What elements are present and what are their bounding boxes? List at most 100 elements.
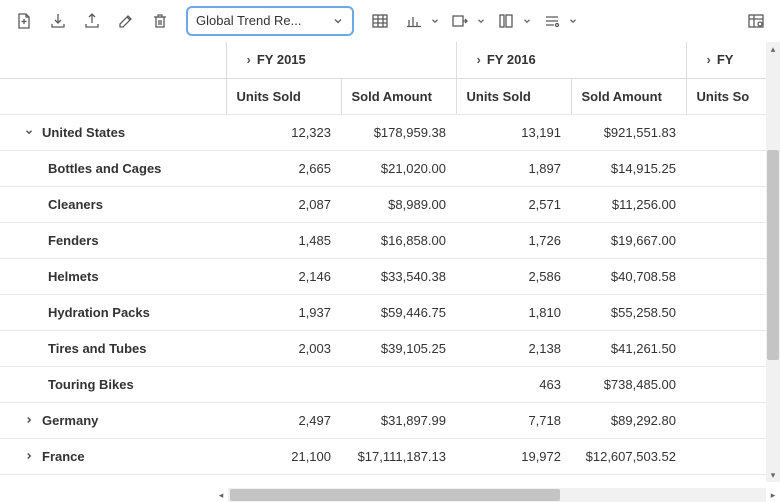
expand-icon[interactable] <box>24 415 36 425</box>
chevron-down-icon <box>522 16 532 26</box>
scroll-left-arrow[interactable]: ◂ <box>214 488 228 502</box>
cell-value: $16,858.00 <box>341 222 456 258</box>
cell-value: 13,191 <box>456 114 571 150</box>
row-label[interactable]: Bottles and Cages <box>10 161 216 176</box>
scroll-right-arrow[interactable]: ▸ <box>766 488 780 502</box>
cell-value: $85,029.80 <box>571 474 686 482</box>
format-icon <box>538 7 566 35</box>
table-row: France21,100$17,111,187.1319,972$12,607,… <box>0 438 780 474</box>
export-dropdown[interactable] <box>446 7 486 35</box>
cell-value: 1,726 <box>456 222 571 258</box>
column-header[interactable]: Sold Amount <box>571 78 686 114</box>
cell-value <box>226 366 341 402</box>
table-row: United States12,323$178,959.3813,191$921… <box>0 114 780 150</box>
cell-value: $89,292.80 <box>571 402 686 438</box>
cell-value: $921,551.83 <box>571 114 686 150</box>
row-label[interactable]: Cleaners <box>10 197 216 212</box>
cell-value: $59,446.75 <box>341 294 456 330</box>
table-row: Bottles and Cages2,665$21,020.001,897$14… <box>0 150 780 186</box>
collapse-icon[interactable] <box>24 127 36 137</box>
row-label[interactable]: Touring Bikes <box>10 377 216 392</box>
row-label[interactable]: Tires and Tubes <box>10 341 216 356</box>
cell-value <box>341 366 456 402</box>
delete-icon[interactable] <box>146 7 174 35</box>
chevron-down-icon <box>430 16 440 26</box>
cell-value: 1,937 <box>226 294 341 330</box>
cell-value: $41,261.50 <box>571 330 686 366</box>
cell-value: 2,138 <box>456 330 571 366</box>
cell-value: $21,020.00 <box>341 150 456 186</box>
toolbar: Global Trend Re... <box>0 0 780 42</box>
format-dropdown[interactable] <box>538 7 578 35</box>
import-icon[interactable] <box>44 7 72 35</box>
column-header[interactable]: Units Sold <box>456 78 571 114</box>
year-header[interactable]: ›FY 2016 <box>467 52 536 67</box>
cell-value: $12,607,503.52 <box>571 438 686 474</box>
scroll-down-arrow[interactable]: ▾ <box>766 468 780 482</box>
table-icon[interactable] <box>366 7 394 35</box>
cell-value: 2,003 <box>226 330 341 366</box>
cell-value: 1,569 <box>226 474 341 482</box>
horizontal-scrollbar[interactable]: ◂ ▸ <box>228 488 766 502</box>
row-label[interactable]: United States <box>10 125 216 140</box>
edit-icon[interactable] <box>112 7 140 35</box>
column-header[interactable]: Units Sold <box>226 78 341 114</box>
expand-icon[interactable] <box>24 451 36 461</box>
row-label[interactable]: Hydration Packs <box>10 305 216 320</box>
column-header[interactable]: Sold Amount <box>341 78 456 114</box>
export-icon[interactable] <box>78 7 106 35</box>
cell-value: 2,087 <box>226 186 341 222</box>
cell-value: $11,256.00 <box>571 186 686 222</box>
cell-value: 2,571 <box>456 186 571 222</box>
year-header[interactable]: ›FY 2015 <box>237 52 306 67</box>
cell-value: $33,540.38 <box>341 258 456 294</box>
row-label[interactable]: Fenders <box>10 233 216 248</box>
table-row: Canada1,569$32,701.998,118$85,029.80 <box>0 474 780 482</box>
table-row: Fenders1,485$16,858.001,726$19,667.00 <box>0 222 780 258</box>
cell-value: 1,810 <box>456 294 571 330</box>
cell-value: $31,897.99 <box>341 402 456 438</box>
cell-value: 463 <box>456 366 571 402</box>
cell-value: $738,485.00 <box>571 366 686 402</box>
cell-value: 1,897 <box>456 150 571 186</box>
new-icon[interactable] <box>10 7 38 35</box>
year-header[interactable]: ›FY <box>697 52 734 67</box>
share-icon <box>446 7 474 35</box>
chart-icon <box>400 7 428 35</box>
chart-dropdown[interactable] <box>400 7 440 35</box>
chevron-down-icon <box>568 16 578 26</box>
settings-icon[interactable] <box>742 7 770 35</box>
layout-icon <box>492 7 520 35</box>
trend-selector-label: Global Trend Re... <box>196 13 302 28</box>
vertical-scrollbar[interactable]: ▴ ▾ <box>766 42 780 482</box>
cell-value: $8,989.00 <box>341 186 456 222</box>
cell-value: 8,118 <box>456 474 571 482</box>
cell-value: 19,972 <box>456 438 571 474</box>
cell-value: $55,258.50 <box>571 294 686 330</box>
scroll-thumb[interactable] <box>230 489 560 501</box>
table-row: Hydration Packs 1,937$59,446.751,810$55,2… <box>0 294 780 330</box>
cell-value: $32,701.99 <box>341 474 456 482</box>
cell-value: 2,586 <box>456 258 571 294</box>
cell-value: $19,667.00 <box>571 222 686 258</box>
table-row: Touring Bikes 463$738,485.00 <box>0 366 780 402</box>
cell-value: 2,146 <box>226 258 341 294</box>
pivot-grid: ›FY 2015›FY 2016›FYUnits SoldSold Amount… <box>0 42 780 482</box>
cell-value: 21,100 <box>226 438 341 474</box>
cell-value: $39,105.25 <box>341 330 456 366</box>
cell-value: $40,708.58 <box>571 258 686 294</box>
trend-selector[interactable]: Global Trend Re... <box>186 6 354 36</box>
row-label[interactable]: France <box>10 449 216 464</box>
row-label[interactable]: Germany <box>10 413 216 428</box>
layout-dropdown[interactable] <box>492 7 532 35</box>
row-label[interactable]: Helmets <box>10 269 216 284</box>
table-row: Tires and Tubes 2,003$39,105.252,138$41,2… <box>0 330 780 366</box>
cell-value: 2,665 <box>226 150 341 186</box>
cell-value: 7,718 <box>456 402 571 438</box>
cell-value: 12,323 <box>226 114 341 150</box>
scroll-thumb[interactable] <box>767 150 779 360</box>
table-row: Germany2,497$31,897.997,718$89,292.80 <box>0 402 780 438</box>
chevron-down-icon <box>332 15 344 27</box>
chevron-down-icon <box>476 16 486 26</box>
scroll-up-arrow[interactable]: ▴ <box>766 42 780 56</box>
